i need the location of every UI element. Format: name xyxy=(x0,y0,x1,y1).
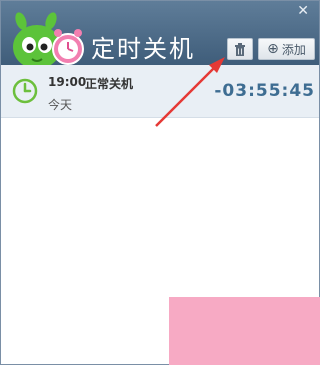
mascot-alarm-clock-icon xyxy=(13,12,84,69)
task-action: 正常关机 xyxy=(85,77,134,91)
plus-circle-icon: ⊕ xyxy=(267,41,279,57)
trash-icon xyxy=(235,42,245,56)
add-button-label: 添加 xyxy=(281,42,306,57)
task-day: 今天 xyxy=(48,98,73,112)
annotation-arrow xyxy=(155,57,225,127)
close-button[interactable]: ✕ xyxy=(297,3,309,19)
clock-icon xyxy=(12,78,38,104)
add-button[interactable]: ⊕ 添加 xyxy=(258,38,315,60)
overlay-block xyxy=(169,297,320,365)
task-time: 19:00 xyxy=(48,75,87,89)
